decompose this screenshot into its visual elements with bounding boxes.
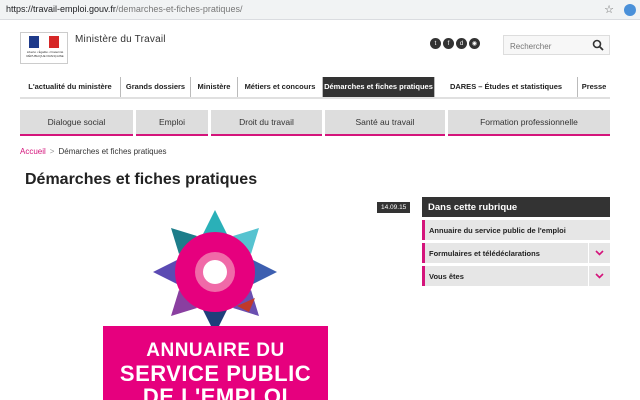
social-links: t f d ◉	[430, 38, 480, 49]
subnav-formation-professionnelle[interactable]: Formation professionnelle	[448, 110, 610, 136]
url-text[interactable]: https://travail-emploi.gouv.fr/demarches…	[6, 4, 242, 14]
chevron-down-icon[interactable]	[588, 243, 610, 263]
sidebar-dans-cette-rubrique: Dans cette rubrique Annuaire du service …	[422, 197, 610, 286]
sidebar-item-label: Formulaires et télédéclarations	[429, 248, 540, 258]
subnav-droit-du-travail[interactable]: Droit du travail	[211, 110, 322, 136]
main-nav: L'actualité du ministère Grands dossiers…	[20, 77, 610, 99]
rss-icon[interactable]: ◉	[469, 38, 480, 49]
subnav-sante-au-travail[interactable]: Santé au travail	[325, 110, 445, 136]
chevron-down-icon[interactable]	[588, 266, 610, 286]
twitter-icon[interactable]: t	[430, 38, 441, 49]
sub-nav: Dialogue social Emploi Droit du travail …	[20, 110, 610, 136]
page-title: Démarches et fiches pratiques	[25, 171, 258, 188]
sidebar-item-annuaire[interactable]: Annuaire du service public de l'emploi	[422, 220, 610, 240]
search-input[interactable]	[504, 37, 589, 56]
star-emblem-icon	[153, 210, 277, 334]
sidebar-item-label: Vous êtes	[429, 271, 464, 281]
breadcrumb-home[interactable]: Accueil	[20, 147, 46, 156]
date-badge: 14.09.15	[377, 202, 411, 213]
browser-address-bar[interactable]: https://travail-emploi.gouv.fr/demarches…	[0, 0, 640, 20]
republique-francaise-logo[interactable]: Liberté • Égalité • Fraternité RÉPUBLIQU…	[20, 32, 68, 64]
poster-line-3: DE L'EMPLOI	[142, 384, 289, 400]
subnav-emploi[interactable]: Emploi	[136, 110, 208, 136]
breadcrumb-current: Démarches et fiches pratiques	[58, 147, 167, 156]
search-icon[interactable]	[592, 39, 604, 51]
nav-item-ministere[interactable]: Ministère	[190, 77, 237, 97]
dailymotion-icon[interactable]: d	[456, 38, 467, 49]
subnav-dialogue-social[interactable]: Dialogue social	[20, 110, 133, 136]
sidebar-item-vous-etes[interactable]: Vous êtes	[422, 266, 610, 286]
breadcrumb-separator: >	[49, 147, 55, 156]
sidebar-item-formulaires[interactable]: Formulaires et télédéclarations	[422, 243, 610, 263]
nav-item-dares[interactable]: DARES – Études et statistiques	[434, 77, 577, 97]
nav-item-actualite[interactable]: L'actualité du ministère	[20, 77, 120, 97]
sidebar-heading: Dans cette rubrique	[422, 197, 610, 217]
search-box	[503, 35, 610, 56]
nav-item-presse[interactable]: Presse	[577, 77, 610, 97]
bookmark-star-icon[interactable]: ☆	[604, 3, 614, 16]
site-title[interactable]: Ministère du Travail	[75, 34, 166, 45]
poster-line-1: ANNUAIRE DU	[146, 340, 285, 361]
marianne-flag-icon	[29, 36, 59, 48]
extension-icon[interactable]	[624, 4, 636, 16]
nav-item-metiers-concours[interactable]: Métiers et concours	[237, 77, 322, 97]
nav-item-demarches[interactable]: Démarches et fiches pratiques	[322, 77, 434, 97]
breadcrumb: Accueil > Démarches et fiches pratiques	[20, 147, 167, 156]
nav-item-grands-dossiers[interactable]: Grands dossiers	[120, 77, 190, 97]
facebook-icon[interactable]: f	[443, 38, 454, 49]
sidebar-item-label: Annuaire du service public de l'emploi	[429, 225, 566, 235]
annuaire-poster-image[interactable]: ANNUAIRE DU SERVICE PUBLIC DE L'EMPLOI	[103, 206, 328, 400]
site-header: Liberté • Égalité • Fraternité RÉPUBLIQU…	[0, 20, 640, 74]
